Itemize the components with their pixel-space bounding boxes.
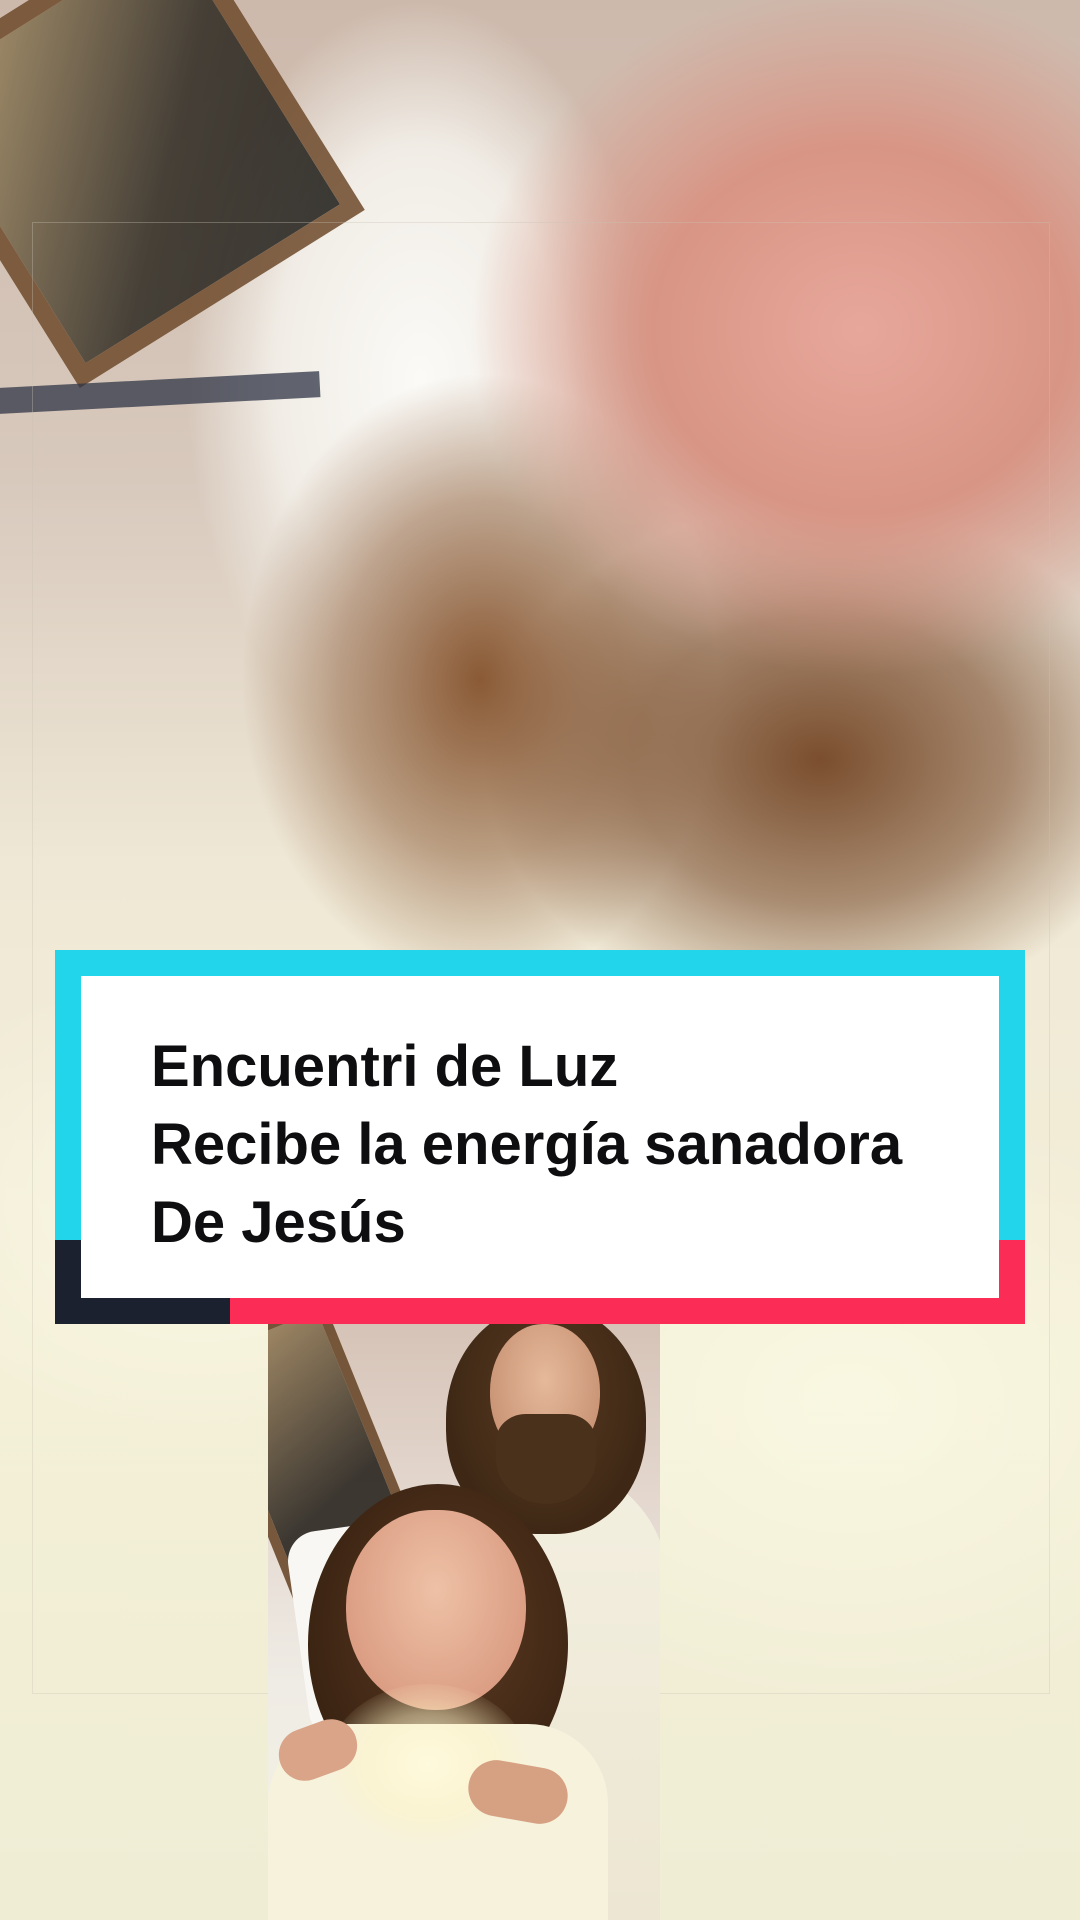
inset-photo [268,1324,660,1920]
video-frame: Encuentri de Luz Recibe la energía sanad… [0,0,1080,1920]
title-line-1: Encuentri de Luz [151,1034,619,1099]
inset-man-beard [496,1414,596,1504]
title-card-panel: Encuentri de Luz Recibe la energía sanad… [81,976,999,1298]
title-card: Encuentri de Luz Recibe la energía sanad… [55,950,1025,1324]
title-line-3: De Jesús [151,1190,406,1255]
title-line-2: Recibe la energía sanadora [151,1112,903,1177]
inset-woman-face [346,1510,526,1710]
